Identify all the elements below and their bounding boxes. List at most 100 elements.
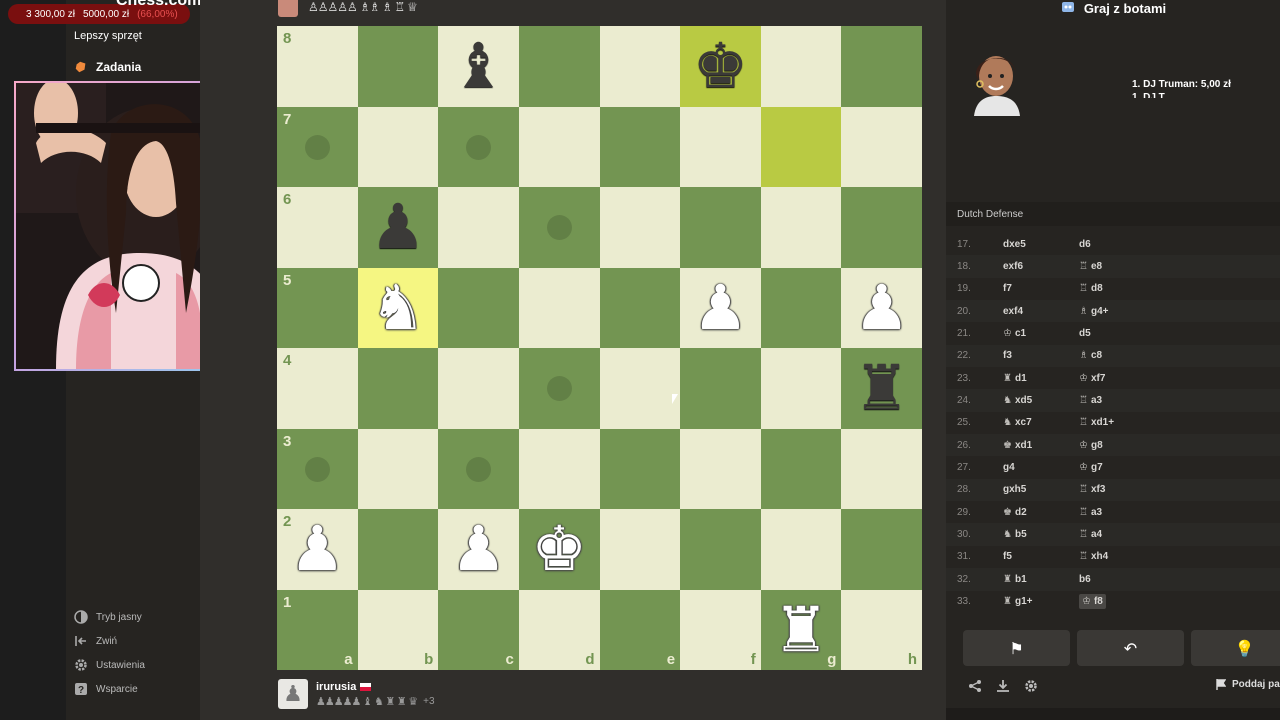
square-e3[interactable] — [599, 428, 681, 509]
white-move[interactable]: ♜ b1 — [1003, 574, 1079, 585]
black-move[interactable]: ♔ g8 — [1079, 440, 1179, 451]
player-name[interactable]: irurusia — [316, 681, 356, 693]
settings-icon[interactable] — [1024, 679, 1038, 697]
square-d1[interactable]: d — [518, 589, 600, 670]
chess-piece[interactable]: ♚ — [519, 509, 600, 590]
chess-piece[interactable]: ♟ — [358, 187, 439, 268]
square-f2[interactable] — [680, 509, 761, 590]
black-move[interactable]: ♖ e8 — [1079, 261, 1179, 272]
black-move[interactable]: ♖ xh4 — [1079, 551, 1179, 562]
square-d7[interactable] — [518, 106, 600, 187]
square-e5[interactable] — [599, 267, 681, 348]
square-g6[interactable] — [760, 187, 842, 268]
white-move[interactable]: ♞ b5 — [1003, 529, 1079, 540]
white-move[interactable]: exf6 — [1003, 261, 1079, 272]
legal-move-dot[interactable] — [546, 376, 572, 401]
square-g4[interactable] — [760, 348, 842, 429]
square-b8[interactable] — [357, 26, 439, 107]
square-h1[interactable]: h — [841, 589, 922, 670]
black-move[interactable]: ♖ a4 — [1079, 529, 1179, 540]
chess-piece[interactable]: ♟ — [438, 509, 519, 590]
square-e4[interactable] — [599, 348, 681, 429]
square-a8[interactable]: 8 — [277, 26, 358, 107]
black-move[interactable]: ♖ a3 — [1079, 395, 1179, 406]
sidebar-item-light-mode[interactable]: Tryb jasny — [74, 610, 142, 624]
square-c3[interactable] — [438, 428, 519, 509]
black-move[interactable]: ♔ g7 — [1079, 462, 1179, 473]
white-move[interactable]: ♜ g1+ — [1003, 596, 1079, 607]
sidebar-item-help[interactable]: ? Wsparcie — [74, 682, 138, 696]
legal-move-dot[interactable] — [305, 456, 330, 482]
square-a4[interactable]: 4 — [277, 348, 358, 429]
chess-piece[interactable]: ♟ — [277, 509, 358, 590]
square-h3[interactable] — [841, 428, 922, 509]
white-move[interactable]: ♞ xd5 — [1003, 395, 1079, 406]
black-move[interactable]: d5 — [1079, 328, 1179, 339]
square-d2[interactable]: ♚ — [518, 509, 600, 590]
square-b2[interactable] — [357, 509, 439, 590]
sidebar-item-settings[interactable]: Ustawienia — [74, 658, 145, 672]
sidebar-item-puzzles[interactable]: Zadania — [74, 60, 141, 74]
chesscom-logo[interactable]: Chess.com — [116, 0, 201, 10]
square-f5[interactable]: ♟ — [680, 267, 761, 349]
chess-piece[interactable]: ♜ — [841, 348, 922, 429]
black-move[interactable]: ♗ g4+ — [1079, 306, 1179, 317]
square-d5[interactable] — [518, 267, 600, 348]
legal-move-dot[interactable] — [305, 134, 330, 160]
chess-piece[interactable]: ♟ — [680, 268, 761, 349]
square-c2[interactable]: ♟ — [438, 509, 519, 590]
white-move[interactable]: exf4 — [1003, 306, 1079, 317]
square-a3[interactable]: 3 — [277, 428, 358, 509]
move-list[interactable]: 17. dxe5 d6 18. exf6 ♖ e8 19. f7 ♖ d8 20. exf4 ♗ g4+ 21… — [946, 233, 1280, 613]
black-move[interactable]: ♔ f8 — [1079, 594, 1179, 610]
white-move[interactable]: f7 — [1003, 283, 1079, 294]
square-g7[interactable] — [760, 106, 842, 187]
download-icon[interactable] — [996, 679, 1010, 697]
square-f6[interactable] — [680, 187, 761, 268]
square-d8[interactable] — [518, 26, 600, 107]
bot-avatar[interactable] — [968, 50, 1024, 116]
square-a5[interactable]: 5 — [277, 267, 358, 348]
white-move[interactable]: ♞ xc7 — [1003, 417, 1079, 428]
square-d3[interactable] — [518, 428, 600, 509]
black-move[interactable]: b6 — [1079, 574, 1179, 585]
square-e1[interactable]: e — [599, 589, 681, 670]
player-avatar[interactable]: ♟ — [278, 679, 308, 709]
square-f7[interactable] — [680, 106, 761, 187]
chess-piece[interactable]: ♟ — [841, 268, 922, 349]
square-d6[interactable] — [518, 187, 600, 268]
white-move[interactable]: ♚ xd1 — [1003, 440, 1079, 451]
square-g1[interactable]: g ♜ — [760, 589, 842, 671]
black-move[interactable]: d6 — [1079, 239, 1179, 250]
square-a6[interactable]: 6 — [277, 187, 358, 268]
legal-move-dot[interactable] — [466, 456, 492, 482]
square-h6[interactable] — [841, 187, 922, 268]
square-e7[interactable] — [599, 106, 681, 187]
square-a7[interactable]: 7 — [277, 106, 358, 187]
square-b5[interactable]: ♞ — [357, 267, 439, 348]
hint-button[interactable]: 💡 — [1191, 630, 1280, 666]
white-move[interactable]: f3 — [1003, 350, 1079, 361]
square-h8[interactable] — [841, 26, 922, 107]
legal-move-dot[interactable] — [546, 215, 572, 240]
square-b6[interactable]: ♟ — [357, 187, 439, 268]
resign-link[interactable]: Poddaj pa — [1216, 679, 1280, 690]
undo-button[interactable]: ↶ — [1077, 630, 1184, 666]
square-c5[interactable] — [438, 267, 519, 348]
black-move[interactable]: ♖ d8 — [1079, 283, 1179, 294]
square-c6[interactable] — [438, 187, 519, 268]
white-move[interactable]: ♔ c1 — [1003, 328, 1079, 339]
square-a1[interactable]: 1a — [277, 589, 358, 670]
square-b7[interactable] — [357, 106, 439, 187]
square-f8[interactable]: ♚ — [680, 26, 761, 107]
square-e2[interactable] — [599, 509, 681, 590]
white-move[interactable]: ♜ d1 — [1003, 373, 1079, 384]
square-e8[interactable] — [599, 26, 681, 107]
square-g3[interactable] — [760, 428, 842, 509]
sidebar-item-upgrade[interactable]: Lepszy sprzęt — [74, 30, 142, 42]
chess-piece[interactable]: ♜ — [761, 590, 842, 671]
black-move[interactable]: ♔ xf7 — [1079, 373, 1179, 384]
square-b1[interactable]: b — [357, 589, 439, 670]
legal-move-dot[interactable] — [466, 134, 492, 160]
square-c4[interactable] — [438, 348, 519, 429]
